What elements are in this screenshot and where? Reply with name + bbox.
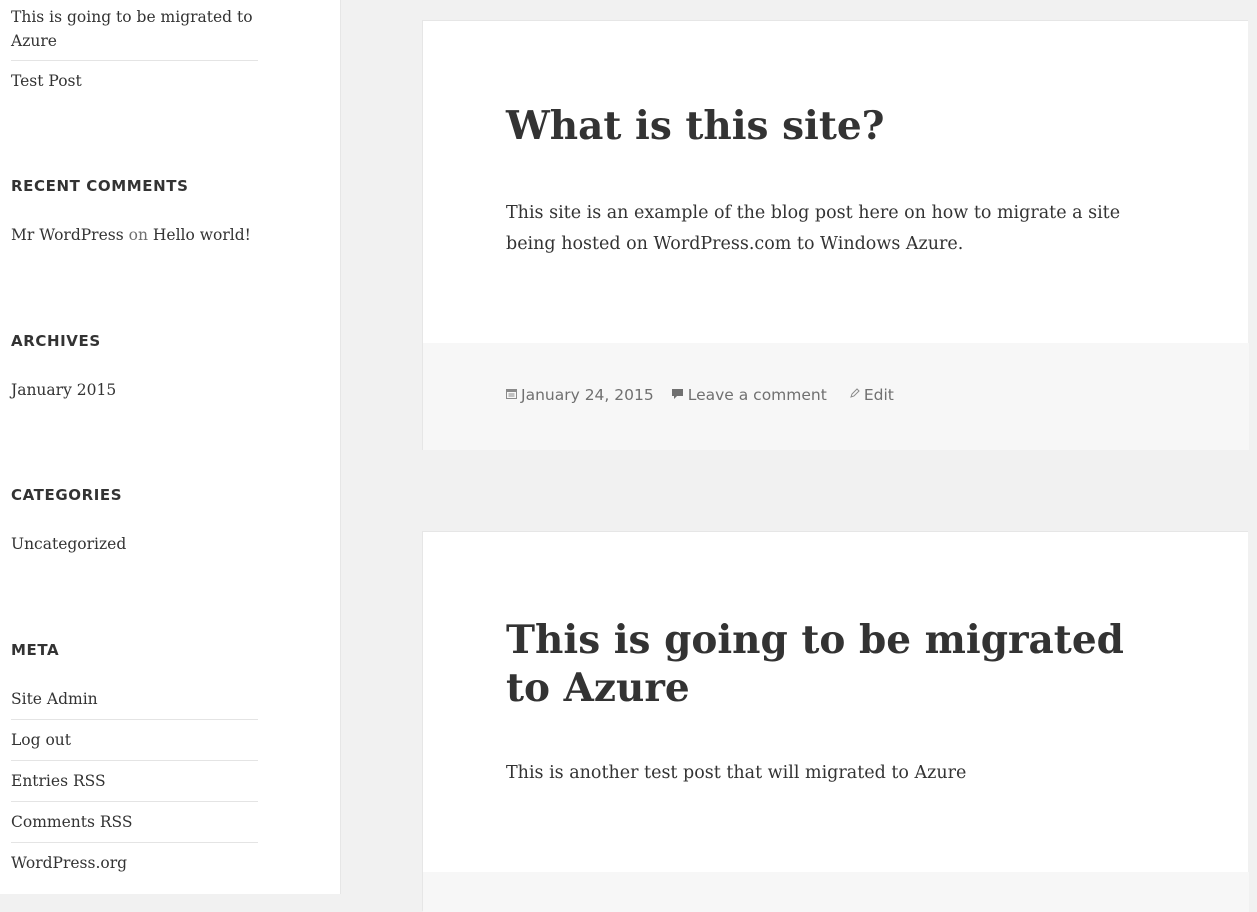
category-link[interactable]: Uncategorized bbox=[11, 535, 126, 553]
meta-item-entries-rss[interactable]: Entries RSS bbox=[11, 760, 258, 801]
post-title[interactable]: This is going to be migrated to Azure bbox=[506, 617, 1124, 711]
recent-comment: Mr WordPress on Hello world! bbox=[11, 223, 251, 247]
categories-list: Uncategorized bbox=[11, 524, 258, 564]
meta-link[interactable]: Log out bbox=[11, 731, 71, 749]
meta-link[interactable]: WordPress.org bbox=[11, 854, 127, 872]
category-item[interactable]: Uncategorized bbox=[11, 524, 258, 564]
meta-heading: META bbox=[11, 641, 60, 659]
comment-on-label: on bbox=[128, 226, 148, 244]
leave-comment-link[interactable]: Leave a comment bbox=[688, 386, 827, 404]
sidebar: This is going to be migrated to Azure Te… bbox=[0, 0, 341, 894]
post-content: This is another test post that will migr… bbox=[506, 763, 967, 783]
pencil-icon bbox=[849, 388, 860, 402]
edit-link[interactable]: Edit bbox=[864, 386, 894, 404]
meta-link[interactable]: Comments RSS bbox=[11, 813, 133, 831]
meta-list: Site Admin Log out Entries RSS Comments … bbox=[11, 679, 258, 883]
meta-item-site-admin[interactable]: Site Admin bbox=[11, 679, 258, 719]
recent-comments-heading: RECENT COMMENTS bbox=[11, 177, 189, 195]
meta-link[interactable]: Entries RSS bbox=[11, 772, 106, 790]
categories-heading: CATEGORIES bbox=[11, 486, 123, 504]
post-title-link[interactable]: This is going to be migrated to Azure bbox=[506, 616, 1146, 712]
archive-link[interactable]: January 2015 bbox=[11, 381, 116, 399]
post-title-link[interactable]: What is this site? bbox=[506, 102, 1146, 150]
comment-post-link[interactable]: Hello world! bbox=[153, 226, 251, 244]
meta-item-log-out[interactable]: Log out bbox=[11, 719, 258, 760]
post-meta: January 24, 2015 Leave a comment Edit bbox=[506, 386, 911, 404]
recent-post-item[interactable]: This is going to be migrated to Azure bbox=[11, 0, 258, 60]
post-article: This is going to be migrated to Azure Th… bbox=[422, 531, 1249, 912]
archives-list: January 2015 bbox=[11, 370, 258, 410]
archive-item[interactable]: January 2015 bbox=[11, 370, 258, 410]
meta-link[interactable]: Site Admin bbox=[11, 690, 98, 708]
comment-author-link[interactable]: Mr WordPress bbox=[11, 226, 124, 244]
post-footer bbox=[423, 872, 1249, 912]
post-article: What is this site? This site is an examp… bbox=[422, 20, 1249, 450]
recent-post-item[interactable]: Test Post bbox=[11, 60, 258, 101]
meta-item-comments-rss[interactable]: Comments RSS bbox=[11, 801, 258, 842]
recent-post-link[interactable]: This is going to be migrated to Azure bbox=[11, 8, 253, 50]
post-footer: January 24, 2015 Leave a comment Edit bbox=[423, 343, 1249, 450]
comment-icon bbox=[671, 388, 684, 403]
recent-post-link[interactable]: Test Post bbox=[11, 72, 82, 90]
recent-posts-list: This is going to be migrated to Azure Te… bbox=[11, 0, 258, 101]
post-title[interactable]: What is this site? bbox=[506, 103, 885, 149]
meta-item-wordpress-org[interactable]: WordPress.org bbox=[11, 842, 258, 883]
post-date-link[interactable]: January 24, 2015 bbox=[521, 386, 654, 404]
post-content: This site is an example of the blog post… bbox=[506, 203, 1121, 254]
calendar-icon bbox=[506, 388, 517, 402]
archives-heading: ARCHIVES bbox=[11, 332, 101, 350]
